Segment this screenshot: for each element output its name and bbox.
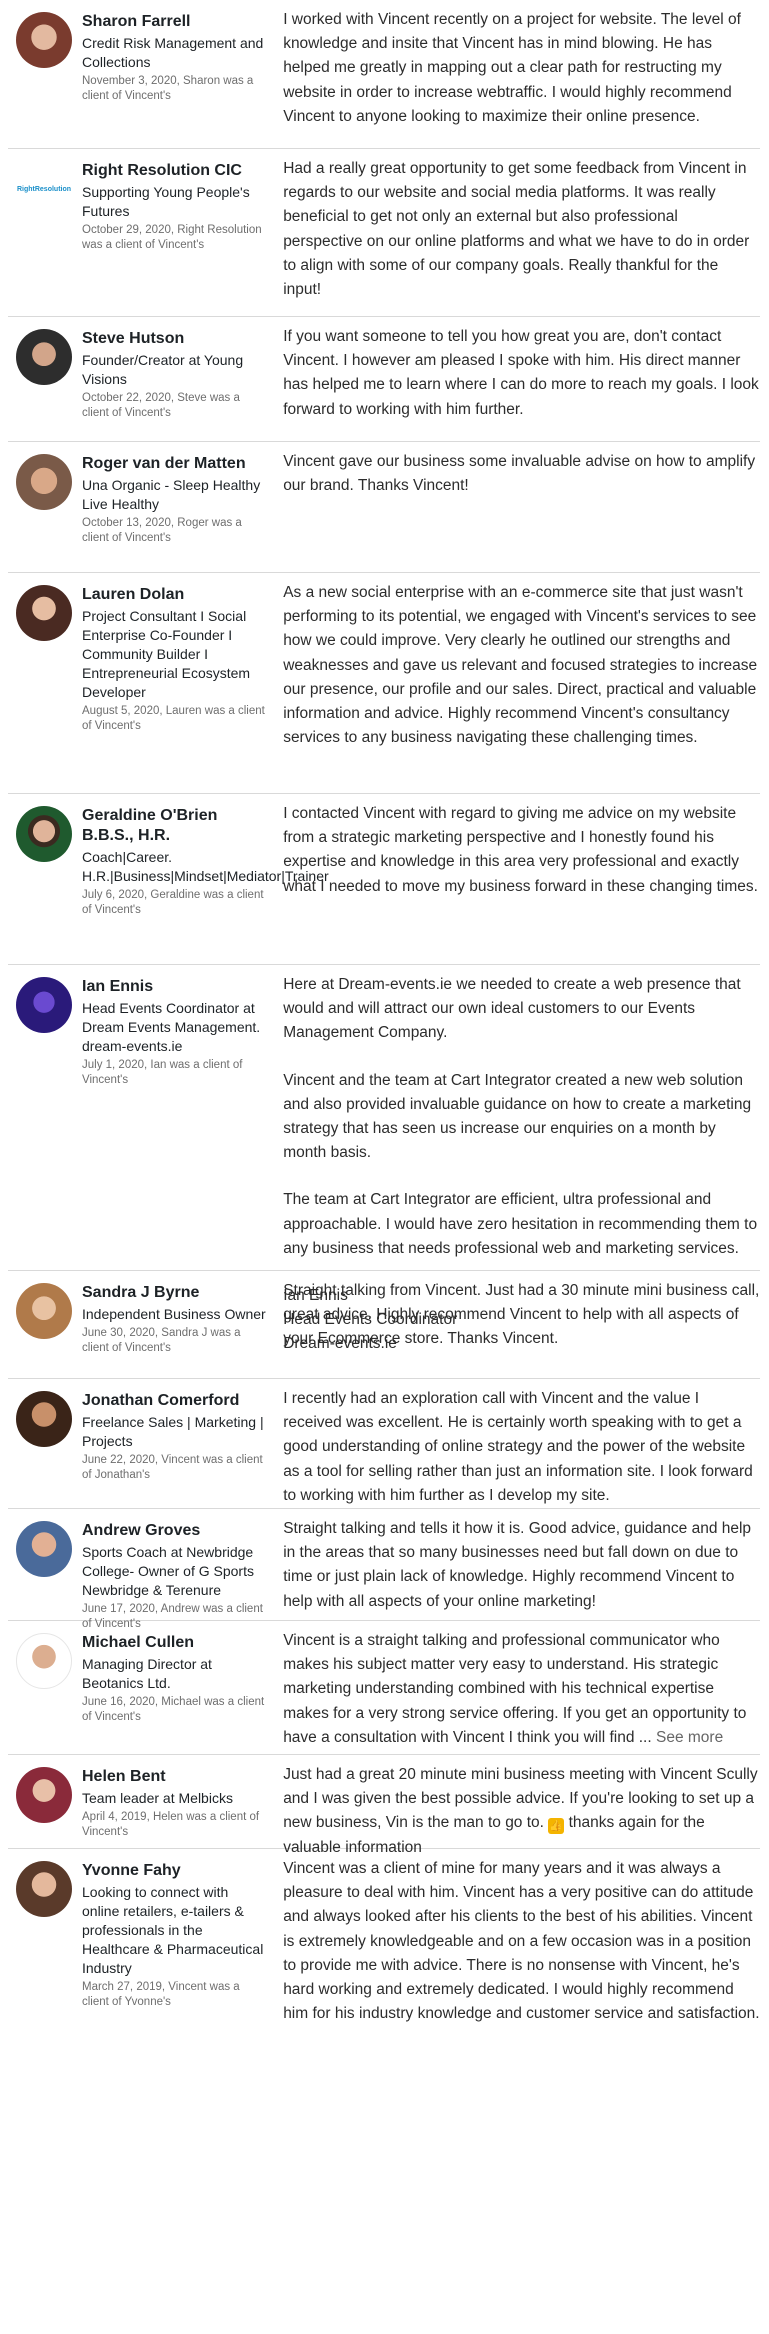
recommendation-text: I worked with Vincent recently on a proj… [283,11,741,125]
recommendation-date-relationship: October 13, 2020, Roger was a client of … [82,517,242,544]
recommendation-date-relationship: June 30, 2020, Sandra J was a client of … [82,1327,241,1354]
recommendation-text: Here at Dream-events.ie we needed to cre… [283,976,758,1353]
recommender: Andrew Groves Sports Coach at Newbridge … [8,1509,275,1630]
recommendation-item: Ian Ennis Head Events Coordinator at Dre… [8,965,760,1353]
recommendation-date-relationship: April 4, 2019, Helen was a client of Vin… [82,1811,260,1838]
avatar[interactable] [16,585,72,641]
recommender-name[interactable]: Geraldine O'Brien B.B.S., H.R. [82,806,268,846]
recommendation-item: Sharon Farrell Credit Risk Management an… [8,0,760,149]
recommender: RightResolution Right Resolution CIC Sup… [8,149,275,316]
recommendation-date-relationship: July 1, 2020, Ian was a client of Vincen… [82,1059,243,1086]
avatar[interactable] [16,1521,72,1577]
recommender-headline: Looking to connect with online retailers… [82,1884,264,1976]
avatar[interactable] [16,1391,72,1447]
avatar[interactable] [16,329,72,385]
recommender-name[interactable]: Sharon Farrell [82,12,268,32]
thumbs-up-icon: 👍 [548,1818,565,1835]
recommender: Lauren Dolan Project Consultant I Social… [8,573,275,793]
recommendation-item: Lauren Dolan Project Consultant I Social… [8,573,760,794]
recommender-name[interactable]: Roger van der Matten [82,454,268,474]
recommender-name[interactable]: Michael Cullen [82,1633,268,1653]
recommender-headline: Managing Director at Beotanics Ltd. [82,1656,212,1691]
recommendation-date-relationship: June 16, 2020, Michael was a client of V… [82,1696,265,1723]
recommender: Jonathan Comerford Freelance Sales | Mar… [8,1379,275,1508]
recommender: Yvonne Fahy Looking to connect with onli… [8,1849,275,2008]
recommendation-date-relationship: March 27, 2019, Vincent was a client of … [82,1981,240,2008]
recommendations-list: Sharon Farrell Credit Risk Management an… [0,0,769,2023]
recommendation-item: Steve Hutson Founder/Creator at Young Vi… [8,317,760,442]
recommendation-date-relationship: June 22, 2020, Vincent was a client of J… [82,1454,263,1481]
recommendation-text: Had a really great opportunity to get so… [283,160,750,299]
recommender-headline: Una Organic - Sleep Healthy Live Healthy [82,477,261,512]
avatar[interactable] [16,454,72,510]
recommender: Ian Ennis Head Events Coordinator at Dre… [8,965,275,1270]
recommendation-text: Vincent gave our business some invaluabl… [283,453,756,495]
recommendation-date-relationship: November 3, 2020, Sharon was a client of… [82,75,254,102]
recommendation-item: Roger van der Matten Una Organic - Sleep… [8,442,760,573]
recommendation-item: Helen Bent Team leader at Melbicks April… [8,1755,760,1856]
recommender-name[interactable]: Helen Bent [82,1767,268,1787]
avatar[interactable] [16,977,72,1033]
recommender-name[interactable]: Right Resolution CIC [82,161,268,181]
avatar[interactable] [16,1283,72,1339]
recommendation-date-relationship: October 22, 2020, Steve was a client of … [82,392,240,419]
recommendation-date-relationship: July 6, 2020, Geraldine was a client of … [82,889,264,916]
logo-text: RightResolution [16,185,72,193]
recommendation-item: Geraldine O'Brien B.B.S., H.R. Coach|Car… [8,794,760,965]
recommendation-item: Sandra J Byrne Independent Business Owne… [8,1271,760,1379]
recommender-name[interactable]: Ian Ennis [82,977,268,997]
avatar[interactable] [16,12,72,68]
recommender-name[interactable]: Sandra J Byrne [82,1283,268,1303]
recommendation-text: Vincent is a straight talking and profes… [283,1632,747,1746]
recommendation-text: I contacted Vincent with regard to givin… [283,805,758,895]
recommendation-text: Straight talking and tells it how it is.… [283,1520,752,1610]
recommender: Sandra J Byrne Independent Business Owne… [8,1271,275,1378]
recommender: Michael Cullen Managing Director at Beot… [8,1621,275,1754]
recommendation-text: Vincent was a client of mine for many ye… [283,1860,760,2023]
recommender-name[interactable]: Jonathan Comerford [82,1391,268,1411]
avatar[interactable] [16,1633,72,1689]
avatar[interactable] [16,1767,72,1823]
recommender: Roger van der Matten Una Organic - Sleep… [8,442,275,572]
avatar[interactable] [16,806,72,862]
recommender-headline: Project Consultant I Social Enterprise C… [82,608,251,700]
recommender-name[interactable]: Lauren Dolan [82,585,268,605]
recommender: Geraldine O'Brien B.B.S., H.R. Coach|Car… [8,794,329,964]
company-logo[interactable]: RightResolution [16,161,72,217]
avatar[interactable] [16,1861,72,1917]
recommender: Helen Bent Team leader at Melbicks April… [8,1755,275,1848]
recommender-name[interactable]: Yvonne Fahy [82,1861,268,1881]
recommender-headline: Supporting Young People's Futures [82,184,250,219]
recommendation-item: Andrew Groves Sports Coach at Newbridge … [8,1509,760,1630]
see-more-link[interactable]: See more [656,1729,723,1746]
recommender: Sharon Farrell Credit Risk Management an… [8,0,275,148]
recommender-headline: Head Events Coordinator at Dream Events … [82,1000,261,1054]
recommendation-item: Michael Cullen Managing Director at Beot… [8,1621,760,1755]
recommender-name[interactable]: Steve Hutson [82,329,268,349]
recommender-name[interactable]: Andrew Groves [82,1521,268,1541]
recommendation-item: RightResolution Right Resolution CIC Sup… [8,149,760,317]
recommender-headline: Credit Risk Management and Collections [82,35,264,70]
recommendation-text: Just had a great 20 minute mini business… [283,1766,758,1856]
recommender-headline: Coach|Career. H.R.|Business|Mindset|Medi… [82,849,329,884]
recommendation-text: As a new social enterprise with an e-com… [283,584,758,747]
recommendation-item: Yvonne Fahy Looking to connect with onli… [8,1849,760,2023]
recommender-headline: Sports Coach at Newbridge College- Owner… [82,1544,254,1598]
recommender-headline: Freelance Sales | Marketing | Projects [82,1414,264,1449]
recommender-headline: Team leader at Melbicks [82,1790,233,1806]
recommendation-text: Straight talking from Vincent. Just had … [283,1282,760,1348]
recommender: Steve Hutson Founder/Creator at Young Vi… [8,317,275,441]
recommendation-date-relationship: October 29, 2020, Right Resolution was a… [82,224,262,251]
recommendation-text: If you want someone to tell you how grea… [283,328,759,418]
recommender-headline: Founder/Creator at Young Visions [82,352,244,387]
recommender-headline: Independent Business Owner [82,1306,266,1322]
recommendation-date-relationship: August 5, 2020, Lauren was a client of V… [82,705,265,732]
recommendation-item: Jonathan Comerford Freelance Sales | Mar… [8,1379,760,1509]
recommendation-text: I recently had an exploration call with … [283,1390,753,1504]
